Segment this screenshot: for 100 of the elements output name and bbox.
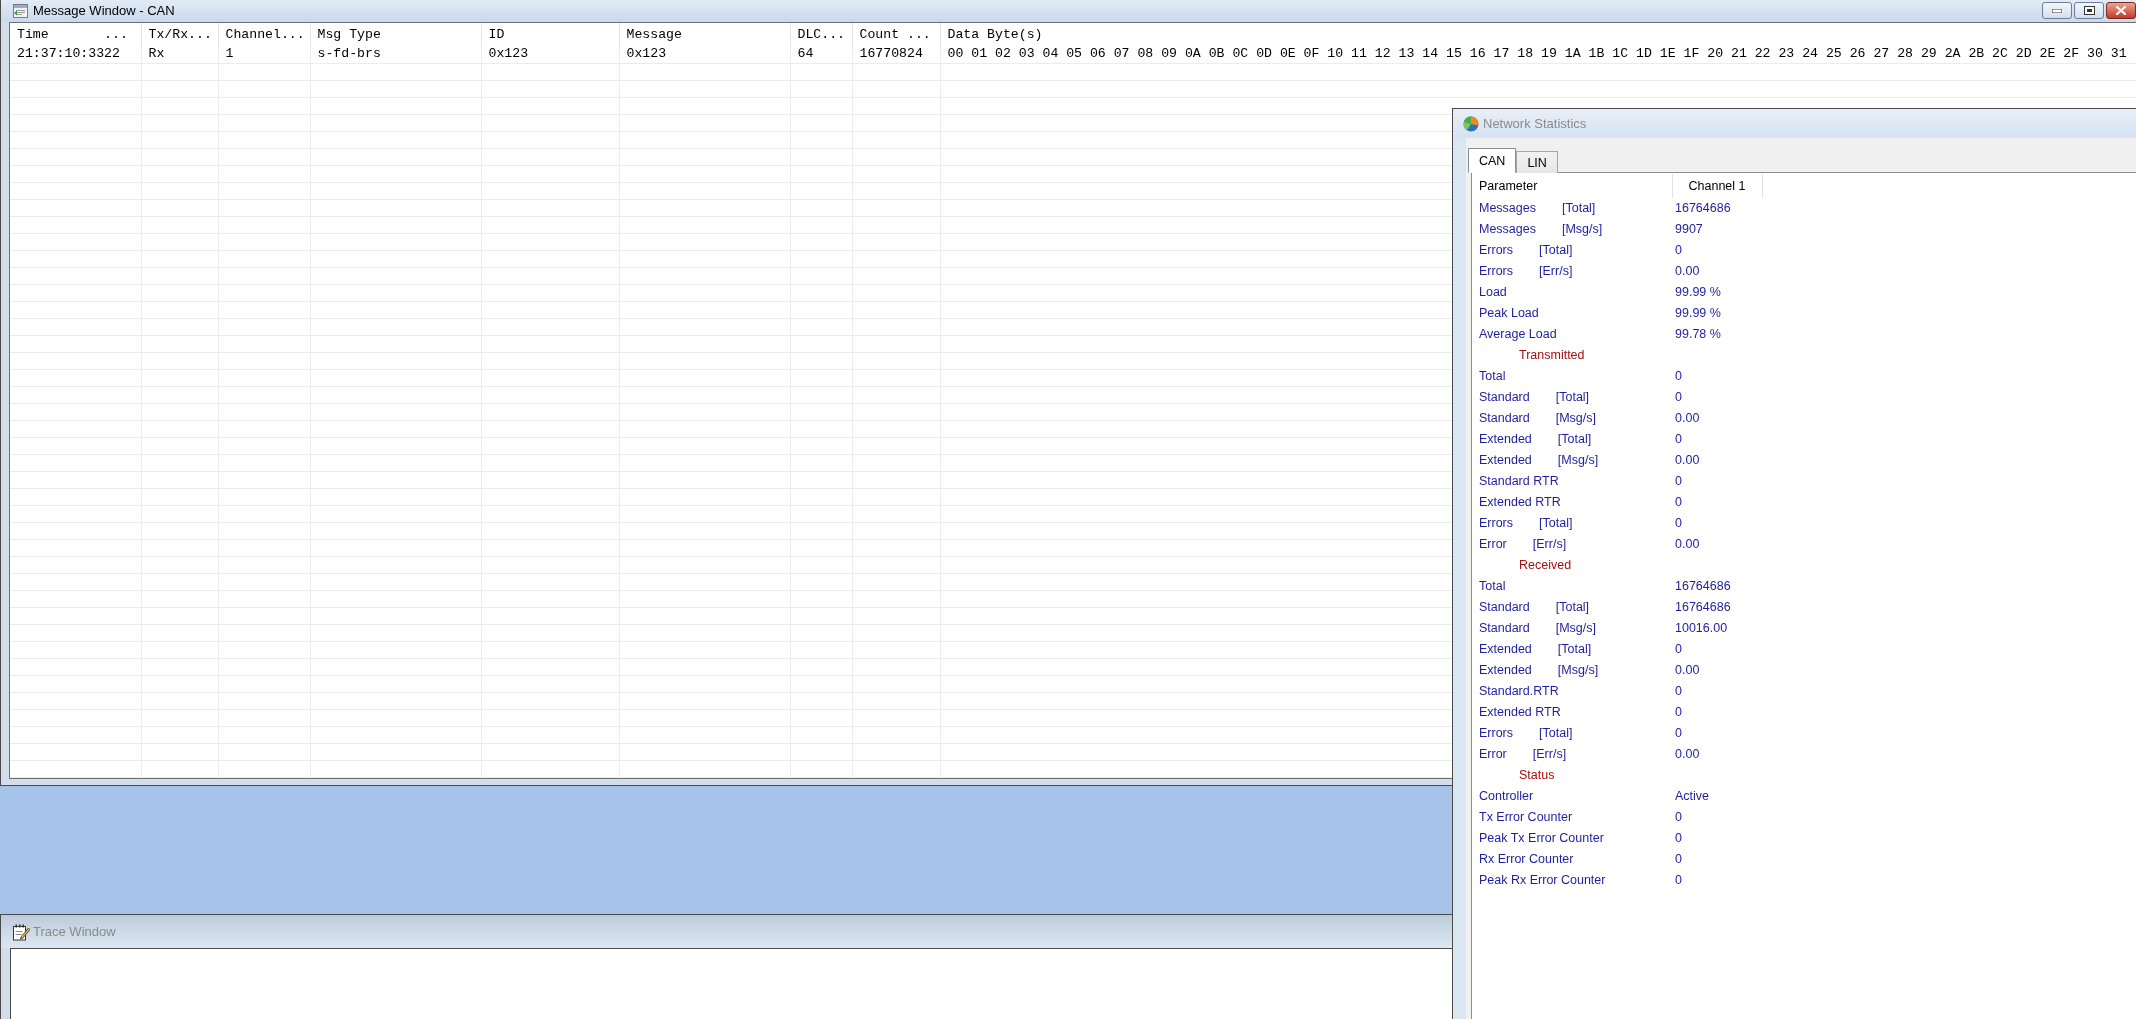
window-title: Network Statistics bbox=[1483, 114, 1587, 133]
window-title: Trace Window bbox=[33, 922, 116, 941]
restore-icon bbox=[2083, 6, 2095, 15]
stat-value: 0 bbox=[1675, 474, 1682, 489]
column-header[interactable]: Channel... bbox=[218, 23, 310, 46]
parameter-label: Peak Load bbox=[1479, 306, 1539, 321]
unit-label: [Total] bbox=[1555, 600, 1590, 615]
section-heading: Status bbox=[1519, 768, 1555, 783]
stat-value: 0 bbox=[1675, 726, 1682, 741]
tab[interactable]: CAN bbox=[1468, 148, 1517, 173]
stat-value: Active bbox=[1675, 789, 1710, 804]
stat-value: 0 bbox=[1675, 642, 1682, 657]
parameter-label: Messages bbox=[1479, 201, 1536, 216]
parameter-label: Errors bbox=[1479, 516, 1514, 531]
parameter-label: Standard RTR bbox=[1479, 474, 1559, 489]
stat-value: 0.00 bbox=[1675, 453, 1700, 468]
unit-label: [Err/s] bbox=[1532, 747, 1567, 762]
parameter-label: Messages bbox=[1479, 222, 1536, 237]
parameter-label: Standard bbox=[1479, 621, 1530, 636]
parameter-label: Extended bbox=[1479, 453, 1532, 468]
unit-label: [Err/s] bbox=[1539, 264, 1573, 279]
parameter-label: Peak Tx Error Counter bbox=[1479, 831, 1604, 846]
stat-value: 0 bbox=[1675, 684, 1682, 699]
parameter-label: Standard.RTR bbox=[1479, 684, 1559, 699]
stat-value: 0 bbox=[1675, 369, 1682, 384]
unit-label: [Msg/s] bbox=[1562, 222, 1603, 237]
column-header[interactable]: Count ... bbox=[852, 23, 940, 46]
column-header[interactable]: Tx/Rx... bbox=[141, 23, 218, 46]
stat-value: 0 bbox=[1675, 495, 1682, 510]
table-cell: Rx bbox=[148, 46, 165, 62]
unit-label: [Total] bbox=[1557, 432, 1592, 447]
stat-value: 0 bbox=[1675, 243, 1682, 258]
unit-label: [Total] bbox=[1539, 726, 1573, 741]
unit-label: [Total] bbox=[1539, 516, 1573, 531]
minimize-button[interactable] bbox=[2042, 2, 2072, 19]
parameter-label: Average Load bbox=[1479, 327, 1557, 342]
parameter-label: Controller bbox=[1479, 789, 1534, 804]
close-icon bbox=[2116, 6, 2126, 15]
stat-value: 0 bbox=[1675, 516, 1682, 531]
stat-value: 0 bbox=[1675, 390, 1682, 405]
table-cell: 0x123 bbox=[488, 46, 529, 62]
parameter-label: Total bbox=[1479, 369, 1506, 384]
table-cell: 64 bbox=[797, 46, 814, 62]
parameter-label: Errors bbox=[1479, 264, 1514, 279]
restore-button[interactable] bbox=[2074, 2, 2104, 19]
unit-label: [Total] bbox=[1562, 201, 1596, 216]
parameter-label: Peak Rx Error Counter bbox=[1479, 873, 1606, 888]
pie-chart-icon bbox=[1463, 115, 1479, 132]
column-header[interactable]: Channel 1 bbox=[1672, 174, 1762, 198]
stat-value: 0 bbox=[1675, 705, 1682, 720]
column-header[interactable]: DLC... bbox=[790, 23, 852, 46]
stat-value: 0.00 bbox=[1675, 411, 1700, 426]
close-button[interactable] bbox=[2106, 2, 2136, 19]
notepad-icon bbox=[12, 922, 30, 941]
stat-value: 0 bbox=[1675, 852, 1682, 867]
stat-value: 0 bbox=[1675, 810, 1682, 825]
unit-label: [Err/s] bbox=[1532, 537, 1567, 552]
stat-value: 99.78 % bbox=[1675, 327, 1721, 342]
parameter-label: Errors bbox=[1479, 726, 1514, 741]
section-heading: Received bbox=[1519, 558, 1572, 573]
parameter-label: Error bbox=[1479, 537, 1507, 552]
stat-value: 16764686 bbox=[1675, 201, 1731, 216]
parameter-label: Extended bbox=[1479, 663, 1532, 678]
column-header[interactable]: Message bbox=[619, 23, 790, 46]
parameter-label: Errors bbox=[1479, 243, 1514, 258]
stat-value: 0 bbox=[1675, 873, 1682, 888]
parameter-label: Extended RTR bbox=[1479, 705, 1561, 720]
parameter-label: Standard bbox=[1479, 411, 1530, 426]
parameter-label: Tx Error Counter bbox=[1479, 810, 1573, 825]
unit-label: [Total] bbox=[1555, 390, 1590, 405]
parameter-label: Standard bbox=[1479, 600, 1530, 615]
stat-value: 0.00 bbox=[1675, 747, 1700, 762]
column-header[interactable]: Time ... bbox=[10, 23, 141, 46]
minimize-icon bbox=[2052, 8, 2062, 13]
table-cell: 00 01 02 03 04 05 06 07 08 09 0A 0B 0C 0D 0E 0F 10 11 12 13 14 15 16 17 18 19 1A 1B 1C 1D 1E 1F 20 21 22 23 24 25 26 27 28 29 2A 2B 2C 2D 2E 2F 30 31 bbox=[947, 46, 2127, 62]
parameter-label: Extended bbox=[1479, 642, 1532, 657]
stat-value: 99.99 % bbox=[1675, 285, 1721, 300]
unit-label: [Total] bbox=[1539, 243, 1573, 258]
stat-value: 16764686 bbox=[1675, 600, 1731, 615]
column-header[interactable]: Msg Type bbox=[310, 23, 481, 46]
column-header[interactable]: Data Byte(s) bbox=[940, 23, 2136, 46]
column-header[interactable]: Parameter bbox=[1472, 174, 1672, 198]
table-cell: 1 bbox=[225, 46, 234, 62]
column-header[interactable]: ID bbox=[481, 23, 619, 46]
parameter-label: Standard bbox=[1479, 390, 1530, 405]
section-heading: Transmitted bbox=[1519, 348, 1585, 363]
table-cell: 0x123 bbox=[626, 46, 667, 62]
stat-value: 10016.00 bbox=[1675, 621, 1728, 636]
stat-value: 0.00 bbox=[1675, 663, 1700, 678]
unit-label: [Msg/s] bbox=[1555, 411, 1597, 426]
unit-label: [Msg/s] bbox=[1557, 453, 1599, 468]
window-title: Message Window - CAN bbox=[33, 2, 175, 21]
stat-value: 0.00 bbox=[1675, 537, 1700, 552]
tab[interactable]: LIN bbox=[1516, 151, 1558, 173]
window-icon bbox=[13, 4, 28, 18]
unit-label: [Msg/s] bbox=[1557, 663, 1599, 678]
parameter-label: Extended RTR bbox=[1479, 495, 1561, 510]
table-cell: 16770824 bbox=[859, 46, 923, 62]
unit-label: [Msg/s] bbox=[1555, 621, 1597, 636]
parameter-label: Rx Error Counter bbox=[1479, 852, 1574, 867]
